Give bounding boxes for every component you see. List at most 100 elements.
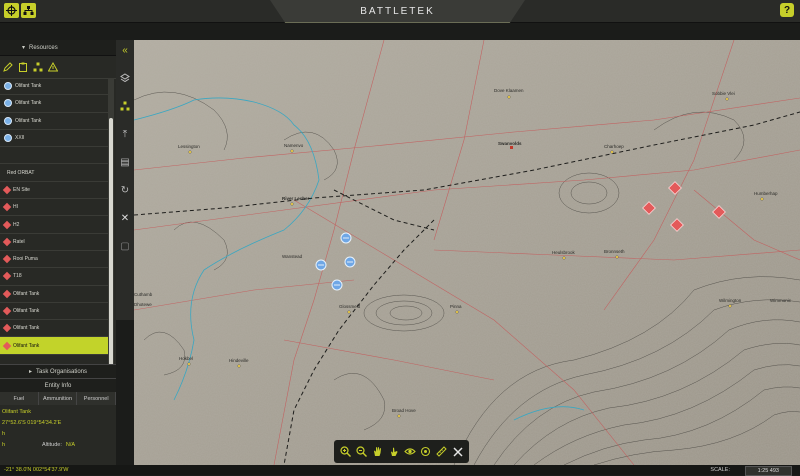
vertical-toolbar: « ⤒ ▤ ↻ ✕ ▢ [116,40,134,320]
place-label: Hokbel [179,356,193,361]
resource-list-item[interactable]: Rooi Puma [0,251,108,269]
place-label: Humberhap [754,191,778,196]
resource-list-item[interactable]: XXII [0,130,108,148]
red-unit-icon [2,341,12,350]
place-label: Namenvo [284,143,304,148]
resource-list-item[interactable] [0,147,108,165]
resource-label: XXII [15,135,25,142]
view-eye-icon[interactable] [403,446,416,458]
red-unit-icon [2,289,12,298]
resource-list-item[interactable]: Olifant Tank [0,303,108,321]
place-label: Sobbie Vlei [712,91,735,96]
resource-list-item[interactable]: Olifant Tank [0,320,108,338]
resource-list-item[interactable]: EN Site [0,182,108,200]
resources-header[interactable]: ▾ Resources [0,40,116,56]
friendly-unit-marker[interactable] [344,256,356,268]
scrollbar-thumb[interactable] [109,118,113,378]
resource-label: HI [13,204,18,211]
app-title: BATTLETEK [270,0,525,23]
entity-info-header[interactable]: Entity Info [0,378,116,392]
resources-title: Resources [29,44,58,51]
tab-fuel[interactable]: Fuel [0,392,39,405]
help-button[interactable]: ? [780,3,794,17]
blue-unit-icon [4,82,12,91]
close-icon[interactable] [452,446,464,458]
resource-list-item[interactable]: Ratel [0,234,108,251]
red-unit-icon [2,185,12,195]
target-circle-icon[interactable] [420,446,432,458]
place-label: Lessington [178,144,200,149]
red-unit-icon [2,306,12,316]
hierarchy-icon[interactable] [33,62,43,72]
resource-list-item[interactable]: T18 [0,268,108,286]
cursor-coordinates: -21° 38.0'N 002°54'37.9'W [4,467,69,473]
resource-list-item[interactable]: H2 [0,216,108,234]
resource-list-item[interactable]: Olifant Tank [0,286,108,303]
resource-list-item[interactable]: Olifant Tank [0,337,108,355]
entity-coordinates: 27°52.6'S 019°54'34.2'E [2,419,62,426]
collapse-panel-icon[interactable]: « [119,44,131,56]
book-icon[interactable]: ▢ [119,240,131,252]
resources-scrollbar[interactable] [108,78,114,392]
resource-label: Olifant Tank [13,325,40,332]
entity-info-title: Entity Info [44,382,72,389]
zoom-out-icon[interactable] [355,446,367,458]
entity-info-tabs: Fuel Ammunition Personnel [0,392,117,405]
resource-list-item[interactable]: Olifant Tank [0,113,108,130]
refresh-icon[interactable]: ↻ [119,184,131,196]
resource-list-item[interactable]: Olifant Tank [0,78,108,96]
resource-label: Olifant Tank [13,342,40,349]
tab-ammunition[interactable]: Ammunition [39,392,78,405]
resource-label: Rooi Puma [13,256,38,263]
place-label: Wilmington [719,298,742,303]
document-icon[interactable]: ▤ [119,156,131,168]
zoom-in-icon[interactable] [339,446,351,458]
upload-icon[interactable]: ⤒ [119,128,131,140]
target-marker[interactable] [510,146,513,149]
org-chart-button[interactable] [21,3,36,18]
place-label: Swanvolds [498,141,522,146]
row-prefix: h [2,441,6,448]
friendly-unit-marker[interactable] [331,279,343,291]
collapse-arrow-icon: ▾ [22,45,26,51]
edit-icon[interactable] [3,62,13,72]
place-label: Cuthamb [134,292,153,297]
altitude-label: Altitude: [42,441,62,448]
entity-name: Olifant Tank [2,408,31,415]
tab-personnel[interactable]: Personnel [77,392,117,405]
red-unit-icon [2,254,12,264]
place-label: Wanstead [282,254,303,259]
row-prefix: h [2,430,6,437]
layers-icon[interactable] [119,72,131,84]
resource-list-item[interactable]: HI [0,199,108,217]
entity-row-1: h [0,428,116,439]
friendly-unit-marker[interactable] [315,259,327,271]
top-bar: BATTLETEK ? [0,0,800,23]
altitude-value: N/A [65,441,76,448]
clipboard-icon[interactable] [18,62,28,72]
select-hand-icon[interactable] [387,446,399,458]
friendly-unit-marker[interactable] [340,232,352,244]
expand-arrow-icon: ▸ [28,369,32,375]
place-label: Wimmonic [770,298,792,303]
place-label: Heulsbrook [552,250,576,255]
place-label: Bronnseth [604,249,625,254]
warning-icon[interactable] [48,62,58,72]
task-organisations-header[interactable]: ▸ Task Organisations [0,364,116,378]
resource-label: EN Site [13,186,30,193]
resource-label: Olifant Tank [15,83,42,90]
map-canvas[interactable]: Dove Klaamen Sobbie Vlei Lessington Name… [134,40,800,465]
red-unit-icon [2,237,12,247]
hierarchy-tool-icon[interactable] [119,100,131,112]
map-layers-button[interactable] [4,3,19,18]
pan-hand-icon[interactable] [371,446,383,458]
close-icon[interactable]: ✕ [119,212,131,224]
entity-info-details: Olifant Tank 27°52.6'S 019°54'34.2'E h h… [0,406,116,450]
place-label: Dove Klaamen [494,88,524,93]
measure-ruler-icon[interactable] [436,446,448,458]
resource-list-item[interactable]: Red ORBAT [0,164,108,182]
resource-label: Olifant Tank [15,117,42,124]
map-view[interactable]: Dove Klaamen Sobbie Vlei Lessington Name… [134,40,800,465]
scale-label: SCALE: [710,467,730,473]
resource-list-item[interactable]: Olifant Tank [0,95,108,113]
